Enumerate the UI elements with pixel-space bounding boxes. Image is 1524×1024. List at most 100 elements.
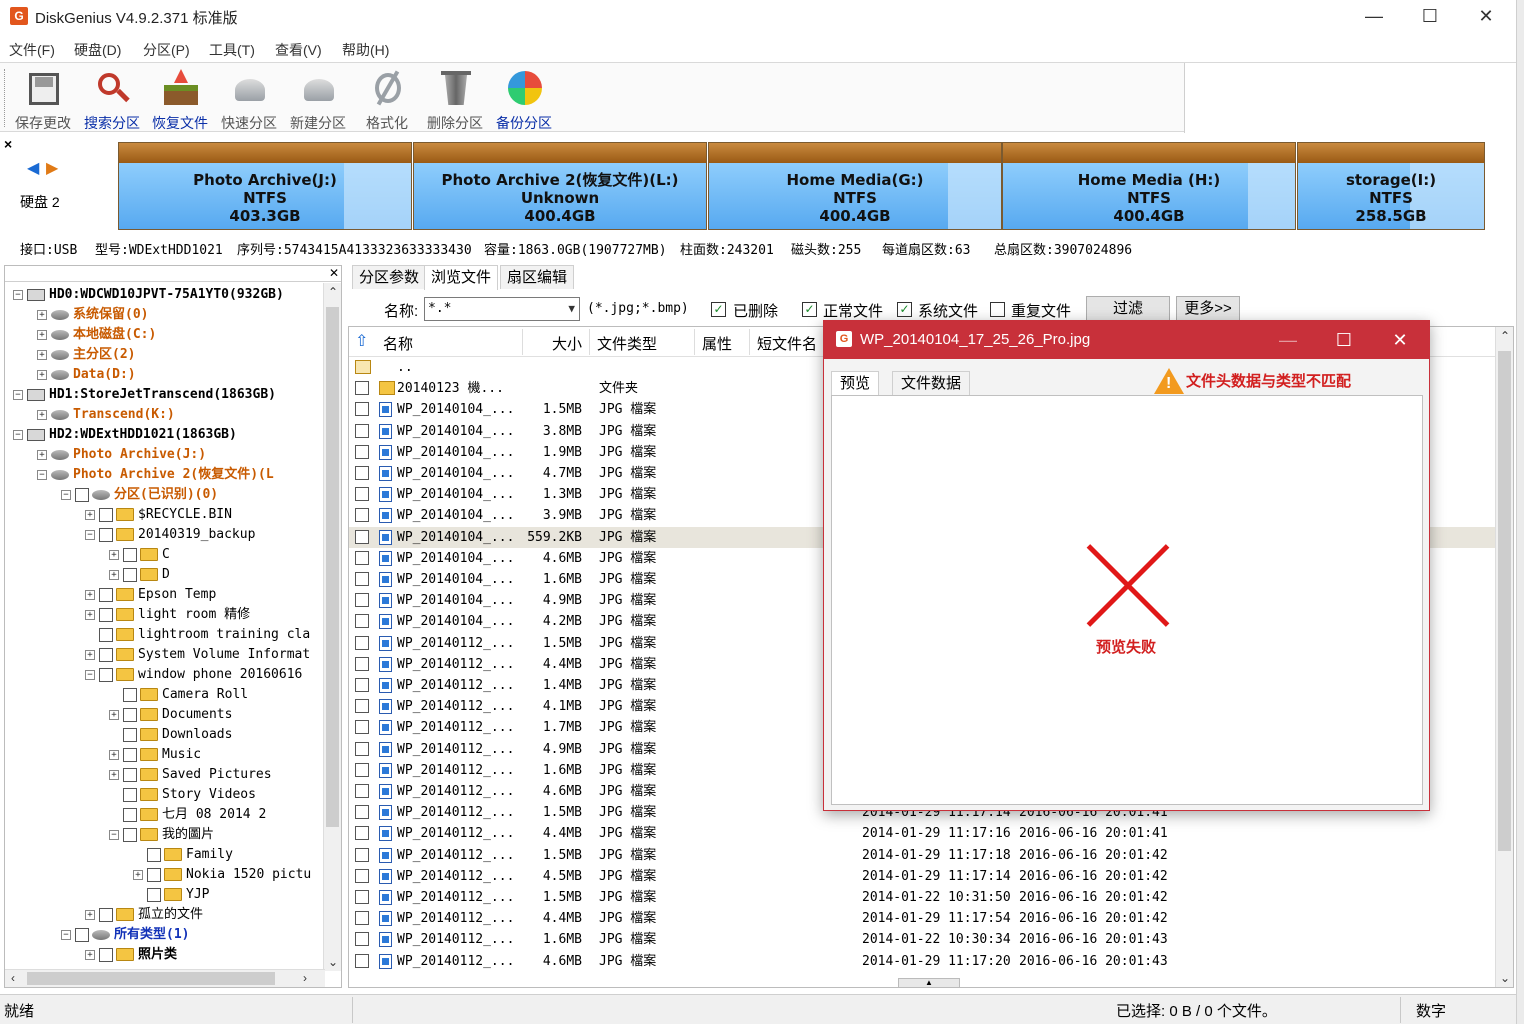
file-checkbox[interactable]	[355, 402, 369, 417]
splitter-handle[interactable]: ▲	[898, 978, 960, 988]
tree-checkbox[interactable]	[99, 667, 113, 682]
file-checkbox[interactable]	[355, 444, 369, 459]
tree-checkbox[interactable]	[147, 887, 161, 902]
tree-checkbox[interactable]	[123, 687, 137, 702]
file-list-scroll-thumb[interactable]	[1498, 351, 1511, 851]
menu-file[interactable]: 文件(F)	[9, 40, 55, 60]
expand-icon[interactable]: +	[109, 549, 119, 560]
menu-view[interactable]: 查看(V)	[275, 40, 322, 60]
more-button[interactable]: 更多>>	[1176, 296, 1240, 322]
maximize-button[interactable]: ☐	[1402, 0, 1458, 32]
tree-node[interactable]: − 我的圖片	[109, 825, 214, 845]
file-checkbox[interactable]	[355, 614, 369, 629]
column-short-name[interactable]: 短文件名	[757, 333, 817, 354]
close-tree-icon[interactable]: ✕	[329, 266, 339, 280]
tab-partition-params[interactable]: 分区参数	[352, 265, 427, 289]
expand-icon[interactable]: +	[37, 369, 47, 380]
file-row[interactable]: WP_20140112_... 4.5MB JPG 檔案 2014-01-29 11:…	[349, 866, 1497, 887]
tree-checkbox[interactable]	[75, 927, 89, 942]
toolbar-button-7[interactable]: 备份分区	[489, 67, 559, 131]
tree-node[interactable]: + $RECYCLE.BIN	[85, 505, 232, 525]
scroll-right-icon[interactable]: ›	[303, 971, 307, 985]
file-checkbox[interactable]	[355, 550, 369, 565]
tree-node[interactable]: + 系统保留(0)	[37, 305, 148, 325]
scroll-down-icon[interactable]: ⌄	[1500, 971, 1510, 985]
tree-node[interactable]: − 分区(已识别)(0)	[61, 485, 218, 505]
tree-node[interactable]: + Documents	[109, 705, 232, 725]
tree-checkbox[interactable]	[99, 907, 113, 922]
collapse-icon[interactable]: −	[109, 829, 119, 840]
partition-block[interactable]: Photo Archive(J:) NTFS 403.3GB	[118, 142, 412, 230]
tree-checkbox[interactable]	[99, 627, 113, 642]
file-checkbox[interactable]	[355, 635, 369, 650]
collapse-icon[interactable]: −	[13, 389, 23, 400]
expand-icon[interactable]: +	[85, 509, 95, 520]
partition-block[interactable]: Photo Archive 2(恢复文件)(L:) Unknown 400.4GB	[413, 142, 707, 230]
scroll-down-icon[interactable]: ⌄	[328, 955, 338, 969]
tree-checkbox[interactable]	[147, 847, 161, 862]
file-checkbox[interactable]	[355, 868, 369, 883]
tree-checkbox[interactable]	[123, 827, 137, 842]
file-checkbox[interactable]	[355, 953, 369, 968]
close-button[interactable]: ✕	[1458, 0, 1514, 32]
tree-node[interactable]: − HD1:StoreJetTranscend(1863GB)	[13, 385, 276, 405]
tree-node[interactable]: + Transcend(K:)	[37, 405, 175, 425]
file-checkbox[interactable]	[355, 656, 369, 671]
file-checkbox[interactable]	[355, 699, 369, 714]
file-checkbox[interactable]	[355, 826, 369, 841]
collapse-icon[interactable]: −	[13, 429, 23, 440]
prev-disk-icon[interactable]: ◀	[27, 158, 39, 178]
expand-icon[interactable]: +	[37, 449, 47, 460]
file-checkbox[interactable]	[355, 720, 369, 735]
tree-node[interactable]: + C	[109, 545, 170, 565]
file-checkbox[interactable]	[355, 911, 369, 926]
column-type[interactable]: 文件类型	[597, 333, 657, 354]
scroll-up-icon[interactable]: ⌃	[1500, 329, 1510, 343]
partition-block[interactable]: storage(I:) NTFS 258.5GB	[1297, 142, 1485, 230]
file-checkbox[interactable]	[355, 572, 369, 586]
tree-scroll-thumb[interactable]	[326, 307, 339, 827]
toolbar-button-2[interactable]: 恢复文件	[145, 67, 215, 131]
tree-checkbox[interactable]	[123, 787, 137, 802]
tree-node[interactable]: + light room 精修	[85, 605, 250, 625]
close-diskmap-icon[interactable]: ×	[4, 136, 12, 152]
tab-preview[interactable]: 预览	[831, 371, 880, 395]
file-checkbox[interactable]	[355, 487, 369, 502]
tree-checkbox[interactable]	[123, 567, 137, 582]
tree-node[interactable]: + D	[109, 565, 170, 585]
next-disk-icon[interactable]: ▶	[46, 158, 58, 178]
expand-icon[interactable]: +	[85, 609, 95, 620]
tree-node[interactable]: + Music	[109, 745, 201, 765]
file-checkbox[interactable]	[355, 466, 369, 480]
toolbar-button-0[interactable]: 保存更改	[8, 67, 78, 131]
file-checkbox[interactable]	[355, 847, 369, 862]
collapse-icon[interactable]: −	[13, 289, 23, 300]
file-checkbox[interactable]	[355, 678, 369, 692]
tree-node[interactable]: − Photo Archive 2(恢复文件)(L	[37, 465, 274, 485]
file-checkbox[interactable]	[355, 508, 369, 523]
tree-node[interactable]: Downloads	[109, 725, 232, 745]
file-checkbox[interactable]	[355, 381, 369, 396]
collapse-icon[interactable]: −	[37, 469, 47, 480]
tree-checkbox[interactable]	[123, 547, 137, 562]
tree-hscroll-thumb[interactable]	[27, 972, 275, 985]
file-checkbox[interactable]	[355, 890, 369, 904]
menu-help[interactable]: 帮助(H)	[342, 40, 389, 60]
tree-horizontal-scrollbar[interactable]: ‹ ›	[5, 969, 325, 987]
tree-node[interactable]: YJP	[133, 885, 209, 905]
menu-tools[interactable]: 工具(T)	[209, 40, 255, 60]
tab-file-data[interactable]: 文件数据	[892, 371, 971, 395]
dialog-minimize-button[interactable]: —	[1260, 321, 1316, 359]
file-checkbox[interactable]	[355, 805, 369, 820]
expand-icon[interactable]: +	[85, 949, 95, 960]
name-filter-input[interactable]: *.* ▼	[424, 297, 580, 321]
tree-node[interactable]: − 20140319_backup	[85, 525, 255, 545]
expand-icon[interactable]: +	[109, 749, 119, 760]
tree-vertical-scrollbar[interactable]: ⌃ ⌄	[323, 283, 341, 971]
chevron-down-icon[interactable]: ▼	[568, 298, 575, 320]
tree-node[interactable]: + Data(D:)	[37, 365, 136, 385]
file-checkbox[interactable]	[355, 932, 369, 947]
tree-node[interactable]: lightroom training cla	[85, 625, 310, 645]
tree-node[interactable]: + 孤立的文件	[85, 905, 203, 925]
tree-checkbox[interactable]	[75, 487, 89, 502]
